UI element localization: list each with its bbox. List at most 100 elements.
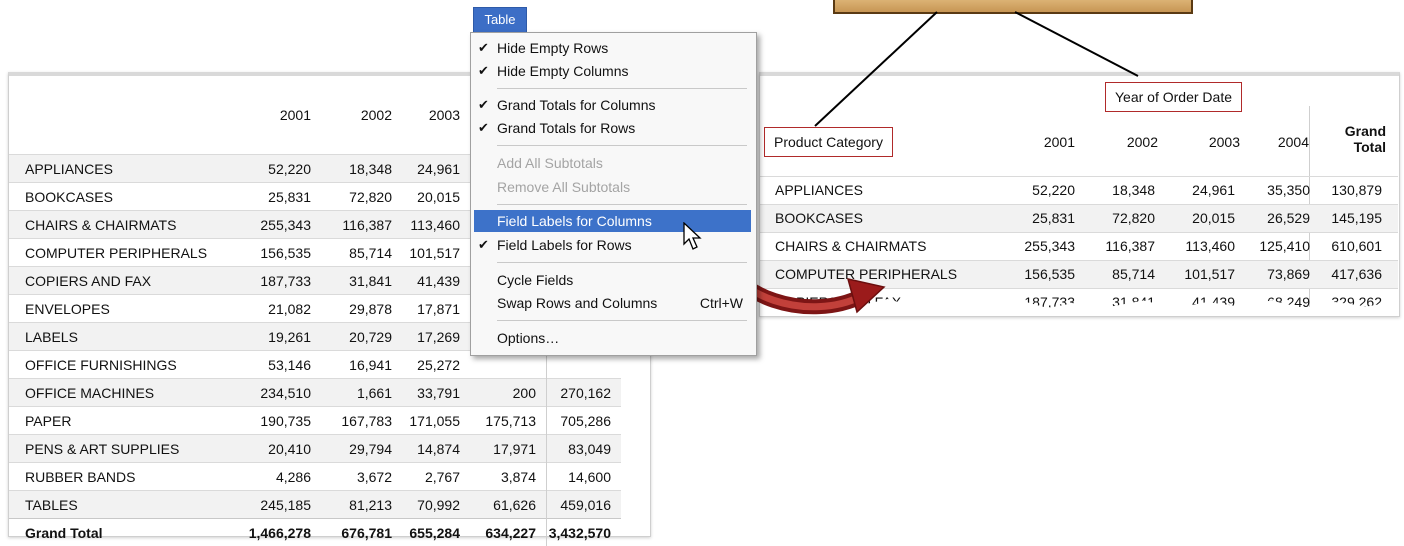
row-label[interactable]: COPIERS AND FAX bbox=[9, 267, 241, 295]
table-cell: 20,015 bbox=[1165, 205, 1235, 232]
table-cell: 29,878 bbox=[321, 295, 402, 323]
menu-item-label: Swap Rows and Columns bbox=[497, 292, 657, 314]
row-label[interactable]: BOOKCASES bbox=[9, 183, 241, 211]
row-label[interactable]: BOOKCASES bbox=[775, 205, 863, 232]
wooden-frame bbox=[833, 0, 1193, 14]
table-cell: 1,466,278 bbox=[241, 519, 321, 546]
table-row: PENS & ART SUPPLIES20,41029,79414,87417,… bbox=[9, 435, 621, 463]
menu-separator bbox=[497, 262, 747, 263]
menu-item-add-all-subtotals[interactable]: Add All Subtotals bbox=[474, 152, 751, 174]
table-row: APPLIANCES52,22018,34824,96135,350130,87… bbox=[760, 176, 1398, 204]
menu-shortcut: Ctrl+W bbox=[700, 292, 743, 314]
table-cell: 245,185 bbox=[241, 491, 321, 519]
menu-separator bbox=[497, 145, 747, 146]
grand-total-label[interactable]: Grand Total bbox=[9, 519, 241, 546]
row-label[interactable]: APPLIANCES bbox=[9, 155, 241, 183]
row-label[interactable]: ENVELOPES bbox=[9, 295, 241, 323]
menu-item-label: Grand Totals for Rows bbox=[497, 117, 635, 139]
row-label[interactable]: RUBBER BANDS bbox=[9, 463, 241, 491]
table-cell: 20,729 bbox=[321, 323, 402, 351]
table-cell: 255,343 bbox=[241, 211, 321, 239]
table-cell: 24,961 bbox=[1165, 177, 1235, 204]
table-cell: 3,672 bbox=[321, 463, 402, 491]
row-label[interactable]: CHAIRS & CHAIRMATS bbox=[775, 233, 926, 260]
table-cell: 459,016 bbox=[547, 491, 622, 519]
table-row: PAPER190,735167,783171,055175,713705,286 bbox=[9, 407, 621, 435]
right-col-header-2001[interactable]: 2001 bbox=[1015, 134, 1075, 150]
menu-item-field-labels-rows[interactable]: ✔ Field Labels for Rows bbox=[474, 234, 751, 256]
menu-item-label: Field Labels for Rows bbox=[497, 234, 632, 256]
menu-item-label: Grand Totals for Columns bbox=[497, 94, 655, 116]
table-cell: 25,272 bbox=[402, 351, 470, 379]
row-label[interactable]: COMPUTER PERIPHERALS bbox=[775, 261, 957, 288]
table-cell: 101,517 bbox=[402, 239, 470, 267]
checkmark-icon: ✔ bbox=[478, 234, 492, 256]
table-cell: 187,733 bbox=[241, 267, 321, 295]
menu-item-options[interactable]: Options… bbox=[474, 327, 751, 349]
menu-item-grand-totals-rows[interactable]: ✔ Grand Totals for Rows bbox=[474, 117, 751, 139]
table-cell: 25,831 bbox=[241, 183, 321, 211]
table-cell: 18,348 bbox=[321, 155, 402, 183]
table-cell: 705,286 bbox=[547, 407, 622, 435]
left-col-header-2003[interactable]: 2003 bbox=[402, 76, 470, 155]
row-label[interactable]: OFFICE MACHINES bbox=[9, 379, 241, 407]
left-col-header-2002[interactable]: 2002 bbox=[321, 76, 402, 155]
table-row: OFFICE MACHINES234,5101,66133,791200270,… bbox=[9, 379, 621, 407]
right-col-header-2003[interactable]: 2003 bbox=[1180, 134, 1240, 150]
table-cell: 2,767 bbox=[402, 463, 470, 491]
menu-item-remove-all-subtotals[interactable]: Remove All Subtotals bbox=[474, 176, 751, 198]
menu-item-label: Options… bbox=[497, 327, 559, 349]
row-label[interactable]: OFFICE FURNISHINGS bbox=[9, 351, 241, 379]
mouse-cursor-icon bbox=[683, 222, 705, 252]
table-cell: 610,601 bbox=[1312, 233, 1382, 260]
menu-item-label: Field Labels for Columns bbox=[497, 210, 652, 232]
table-cell: 53,146 bbox=[241, 351, 321, 379]
right-col-header-grand-total[interactable]: Grand Total bbox=[1312, 123, 1386, 155]
table-cell: 72,820 bbox=[1085, 205, 1155, 232]
table-cell: 171,055 bbox=[402, 407, 470, 435]
table-cell: 20,410 bbox=[241, 435, 321, 463]
table-cell: 3,432,570 bbox=[547, 519, 622, 546]
row-label[interactable]: APPLIANCES bbox=[775, 177, 863, 204]
table-cell: 73,869 bbox=[1240, 261, 1310, 288]
menu-item-label: Add All Subtotals bbox=[497, 152, 603, 174]
table-cell: 417,636 bbox=[1312, 261, 1382, 288]
table-cell: 116,387 bbox=[321, 211, 402, 239]
right-col-header-2004[interactable]: 2004 bbox=[1249, 134, 1309, 150]
callout-line-column-label bbox=[1015, 12, 1138, 76]
table-cell: 175,713 bbox=[470, 407, 547, 435]
table-cell: 19,261 bbox=[241, 323, 321, 351]
table-cell: 70,992 bbox=[402, 491, 470, 519]
menu-item-field-labels-columns[interactable]: Field Labels for Columns bbox=[474, 210, 751, 232]
menu-item-swap-rows-columns[interactable]: Swap Rows and Columns Ctrl+W bbox=[474, 292, 751, 314]
table-cell: 61,626 bbox=[470, 491, 547, 519]
menu-item-hide-empty-rows[interactable]: ✔ Hide Empty Rows bbox=[474, 37, 751, 59]
table-row: COMPUTER PERIPHERALS156,53585,714101,517… bbox=[760, 260, 1398, 288]
menu-item-grand-totals-columns[interactable]: ✔ Grand Totals for Columns bbox=[474, 94, 751, 116]
table-cell: 113,460 bbox=[1165, 233, 1235, 260]
row-label[interactable]: CHAIRS & CHAIRMATS bbox=[9, 211, 241, 239]
table-cell: 1,661 bbox=[321, 379, 402, 407]
table-cell: 113,460 bbox=[402, 211, 470, 239]
row-label[interactable]: LABELS bbox=[9, 323, 241, 351]
row-label[interactable]: PENS & ART SUPPLIES bbox=[9, 435, 241, 463]
product-category-label[interactable]: Product Category bbox=[764, 127, 893, 157]
left-col-header-2001[interactable]: 2001 bbox=[241, 76, 321, 155]
grand-total-row: Grand Total1,466,278676,781655,284634,22… bbox=[9, 519, 621, 546]
right-crosstab: Year of Order Date Product Category 2001… bbox=[759, 72, 1400, 317]
menu-item-cycle-fields[interactable]: Cycle Fields bbox=[474, 269, 751, 291]
right-col-header-2002[interactable]: 2002 bbox=[1098, 134, 1158, 150]
right-rows: APPLIANCES52,22018,34824,96135,350130,87… bbox=[760, 176, 1398, 316]
row-label[interactable]: PAPER bbox=[9, 407, 241, 435]
table-cell: 156,535 bbox=[1005, 261, 1075, 288]
table-cell: 14,874 bbox=[402, 435, 470, 463]
checkmark-icon: ✔ bbox=[478, 94, 492, 116]
row-label[interactable]: COMPUTER PERIPHERALS bbox=[9, 239, 241, 267]
year-of-order-date-label[interactable]: Year of Order Date bbox=[1105, 82, 1242, 112]
table-menu-button[interactable]: Table bbox=[473, 7, 527, 33]
row-label[interactable]: TABLES bbox=[9, 491, 241, 519]
menu-item-hide-empty-columns[interactable]: ✔ Hide Empty Columns bbox=[474, 60, 751, 82]
table-cell: 26,529 bbox=[1240, 205, 1310, 232]
table-cell: 190,735 bbox=[241, 407, 321, 435]
table-cell: 3,874 bbox=[470, 463, 547, 491]
